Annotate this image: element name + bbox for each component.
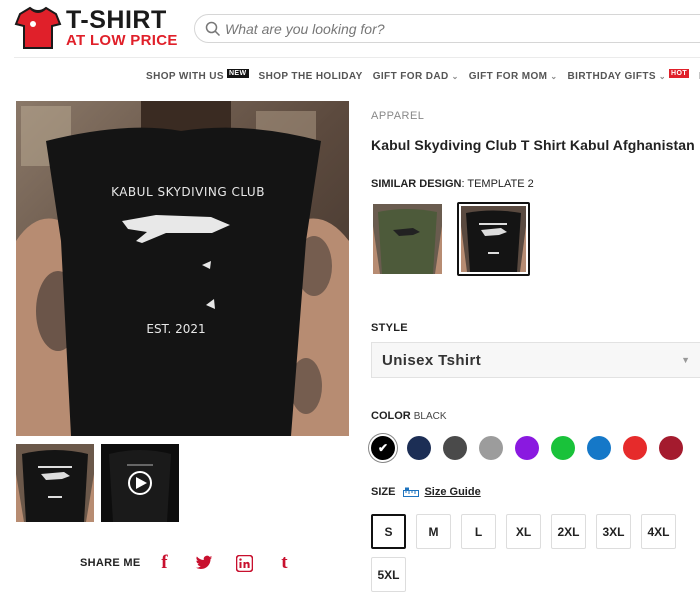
new-badge: NEW xyxy=(226,68,249,78)
color-swatch[interactable]: ✔ xyxy=(371,436,395,460)
chevron-down-icon: ⌄ xyxy=(658,71,667,81)
size-option-s[interactable]: S xyxy=(371,514,406,549)
chevron-down-icon: ⌄ xyxy=(550,71,558,81)
hot-badge: HOT xyxy=(669,68,689,78)
nav-item-label: GIFT FOR MOM xyxy=(468,70,548,82)
size-guide-link[interactable]: Size Guide xyxy=(403,486,481,498)
share-label: SHARE ME xyxy=(80,557,141,569)
product-category[interactable]: APPAREL xyxy=(371,110,424,122)
style-select[interactable]: Unisex Tshirt ▼ xyxy=(371,342,700,378)
color-swatch[interactable] xyxy=(407,436,431,460)
product-title: Kabul Skydiving Club T Shirt Kabul Afgha… xyxy=(371,137,695,153)
size-option-m[interactable]: M xyxy=(416,514,451,549)
size-option-5xl[interactable]: 5XL xyxy=(371,557,406,592)
nav-item-label: SHOP THE HOLIDAY xyxy=(258,70,363,82)
color-swatch[interactable] xyxy=(587,436,611,460)
gallery-video-thumbnail[interactable] xyxy=(101,444,179,522)
logo-title: T-SHIRT xyxy=(66,6,167,34)
header-divider xyxy=(14,57,700,58)
color-swatch[interactable] xyxy=(623,436,647,460)
nav-item-label: BIRTHDAY GIFTS xyxy=(567,70,656,82)
dropdown-arrow-icon: ▼ xyxy=(681,355,690,365)
nav-item-gift-for-dad[interactable]: GIFT FOR DAD ⌄ xyxy=(373,71,459,82)
similar-design-option[interactable] xyxy=(371,202,444,276)
size-option-4xl[interactable]: 4XL xyxy=(641,514,676,549)
style-select-value: Unisex Tshirt xyxy=(382,352,482,369)
facebook-icon[interactable]: f xyxy=(154,552,174,573)
nav-item-shop-with-us[interactable]: SHOP WITH US NEW xyxy=(146,68,249,82)
gallery-thumbnail[interactable] xyxy=(16,444,94,522)
chevron-down-icon: ⌄ xyxy=(451,71,459,81)
color-swatch[interactable] xyxy=(551,436,575,460)
size-option-3xl[interactable]: 3XL xyxy=(596,514,631,549)
color-label: COLOR BLACK xyxy=(371,410,447,422)
color-swatch[interactable] xyxy=(479,436,503,460)
tshirt-logo-icon xyxy=(14,6,62,49)
tumblr-icon[interactable]: t xyxy=(274,552,294,573)
size-option-xl[interactable]: XL xyxy=(506,514,541,549)
twitter-icon[interactable] xyxy=(194,553,214,573)
linkedin-icon[interactable] xyxy=(234,553,254,573)
color-swatch[interactable] xyxy=(659,436,683,460)
size-option-l[interactable]: L xyxy=(461,514,496,549)
logo-subtitle: AT LOW PRICE xyxy=(66,32,178,49)
search-input[interactable] xyxy=(225,19,695,39)
checkmark-icon: ✔ xyxy=(377,441,389,455)
nav-item-label: GIFT FOR DAD xyxy=(372,70,449,82)
color-swatch[interactable] xyxy=(443,436,467,460)
color-swatch[interactable] xyxy=(515,436,539,460)
shirt-print-text-2: EST. 2021 xyxy=(146,322,205,336)
shirt-print-text-1: KABUL SKYDIVING CLUB xyxy=(111,185,265,199)
nav-item-shop-the-holiday[interactable]: SHOP THE HOLIDAY xyxy=(259,71,363,82)
main-nav: SHOP WITH US NEW SHOP THE HOLIDAY GIFT F… xyxy=(146,68,700,84)
search-icon xyxy=(205,21,221,37)
nav-item-birthday-gifts[interactable]: BIRTHDAY GIFTS ⌄ HOT xyxy=(567,68,689,82)
style-label: STYLE xyxy=(371,322,408,334)
similar-design-label: SIMILAR DESIGN: TEMPLATE 2 xyxy=(371,178,534,190)
size-row-header: SIZE Size Guide xyxy=(371,486,481,498)
color-value: BLACK xyxy=(413,411,447,422)
size-option-2xl[interactable]: 2XL xyxy=(551,514,586,549)
site-logo[interactable]: T-SHIRT AT LOW PRICE xyxy=(14,6,179,50)
product-photo: KABUL SKYDIVING CLUB EST. 2021 xyxy=(16,101,349,436)
ruler-icon xyxy=(403,487,420,497)
share-bar: SHARE ME f t xyxy=(80,552,314,573)
similar-design-option-selected[interactable] xyxy=(457,202,530,276)
nav-item-label: SHOP WITH US xyxy=(146,70,224,82)
search-bar[interactable] xyxy=(194,14,700,43)
nav-item-gift-for-mom[interactable]: GIFT FOR MOM ⌄ xyxy=(469,71,558,82)
product-main-image[interactable]: KABUL SKYDIVING CLUB EST. 2021 xyxy=(16,101,349,436)
